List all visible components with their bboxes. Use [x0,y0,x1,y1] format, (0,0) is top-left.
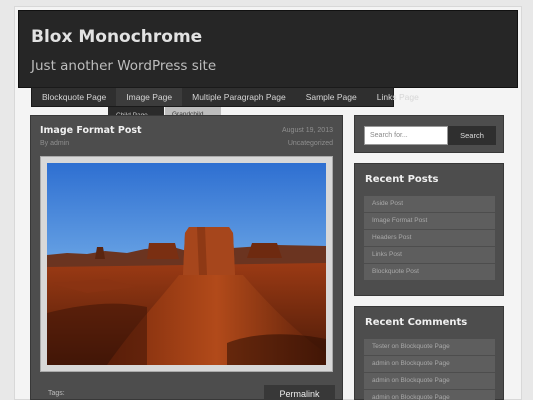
recent-comment-link[interactable]: admin on Blockquote Page [364,390,495,400]
post-article: Image Format Post By admin August 19, 20… [30,115,343,400]
post-image [40,156,333,372]
recent-post-link[interactable]: Image Format Post [364,213,495,229]
post-title[interactable]: Image Format Post [40,125,142,136]
nav-item-multiple-paragraph-page[interactable]: Multiple Paragraph Page [182,88,296,106]
site-title[interactable]: Blox Monochrome [31,27,202,47]
search-input[interactable]: Search for... [364,126,448,145]
nav-item-sample-page[interactable]: Sample Page [296,88,367,106]
nav-item-links-page[interactable]: Links Page [367,88,429,106]
recent-posts-list: Aside Post Image Format Post Headers Pos… [364,196,495,281]
recent-post-link[interactable]: Blockquote Post [364,264,495,280]
nav-item-blockquote-page[interactable]: Blockquote Page [32,88,116,106]
post-category[interactable]: Uncategorized [288,140,333,147]
recent-comment-link[interactable]: admin on Blockquote Page [364,373,495,389]
main-navigation: Blockquote Page Image Page Multiple Para… [31,87,419,107]
recent-comments-title: Recent Comments [365,317,468,328]
post-date[interactable]: August 19, 2013 [282,127,333,134]
recent-post-link[interactable]: Aside Post [364,196,495,212]
search-widget: Search for... Search [354,115,504,153]
desert-landscape-image [47,163,326,365]
search-button[interactable]: Search [448,126,496,145]
recent-comment-link[interactable]: admin on Blockquote Page [364,356,495,372]
permalink-button[interactable]: Permalink [264,385,335,400]
recent-posts-widget: Recent Posts Aside Post Image Format Pos… [354,163,504,296]
recent-posts-title: Recent Posts [365,174,439,185]
recent-comment-link[interactable]: Tester on Blockquote Page [364,339,495,355]
site-tagline: Just another WordPress site [31,58,217,74]
recent-post-link[interactable]: Links Post [364,247,495,263]
recent-post-link[interactable]: Headers Post [364,230,495,246]
post-tags: Tags: [48,390,65,397]
recent-comments-widget: Recent Comments Tester on Blockquote Pag… [354,306,504,400]
recent-comments-list: Tester on Blockquote Page admin on Block… [364,339,495,400]
site-header: Blox Monochrome Just another WordPress s… [18,10,518,88]
nav-item-image-page[interactable]: Image Page [116,88,183,106]
post-author[interactable]: By admin [40,140,69,147]
